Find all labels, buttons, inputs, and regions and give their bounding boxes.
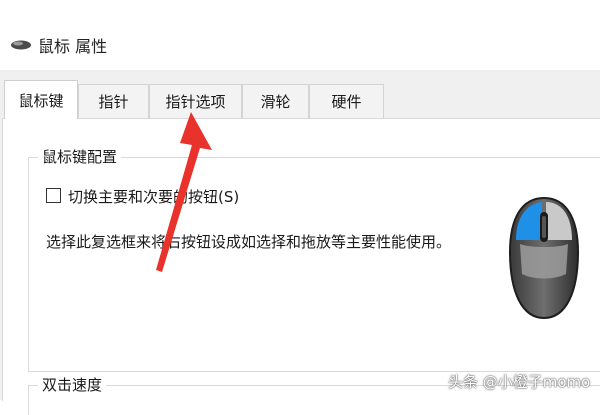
tab-pointer-options[interactable]: 指针选项 [149, 84, 242, 118]
mouse-icon [11, 40, 31, 50]
title-bar: 鼠标 属性 [0, 0, 600, 70]
switch-buttons-label[interactable]: 切换主要和次要的按钮(S) [68, 186, 239, 207]
tab-wheel[interactable]: 滑轮 [242, 84, 309, 118]
tab-mouse-buttons[interactable]: 鼠标键 [4, 80, 78, 119]
tab-pointers[interactable]: 指针 [78, 84, 149, 118]
double-click-legend: 双击速度 [38, 374, 107, 395]
tab-hardware[interactable]: 硬件 [309, 84, 384, 118]
button-config-legend: 鼠标键配置 [38, 146, 122, 167]
button-config-description: 选择此复选框来将右按钮设成如选择和拖放等主要性能使用。 [46, 233, 452, 251]
watermark: 头条 @小橙子momo [448, 373, 591, 391]
window-title: 鼠标 属性 [38, 37, 108, 56]
mouse-illustration-icon [508, 196, 580, 320]
switch-buttons-checkbox[interactable] [46, 188, 61, 203]
